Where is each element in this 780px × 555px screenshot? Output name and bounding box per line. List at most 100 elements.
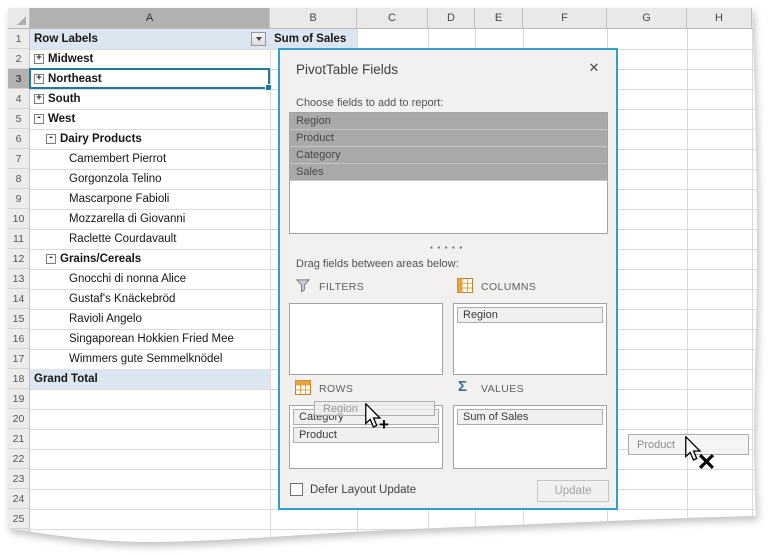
columns-table-icon	[457, 278, 473, 293]
pane-title: PivotTable Fields	[296, 62, 398, 77]
select-all-corner[interactable]	[8, 8, 30, 29]
values-area-label: VALUES	[481, 383, 524, 395]
field-item-product[interactable]: Product	[290, 130, 607, 147]
row-item-label: Camembert Pierrot	[69, 153, 166, 165]
column-header-B[interactable]: B	[270, 8, 357, 29]
row-header-25[interactable]: 25	[8, 509, 30, 529]
row-item-7[interactable]: Camembert Pierrot	[69, 149, 166, 169]
drag-fields-label: Drag fields between areas below:	[296, 258, 459, 270]
cell-A18[interactable]: Grand Total	[34, 369, 98, 389]
pane-splitter[interactable]: ·····	[280, 240, 616, 255]
row-header-21[interactable]: 21	[8, 429, 30, 449]
collapse-icon[interactable]: -	[34, 114, 44, 124]
values-drop-area[interactable]: Sum of Sales	[453, 405, 607, 469]
rows-area-label: ROWS	[319, 383, 353, 395]
row-header-5[interactable]: 5	[8, 109, 30, 129]
filters-funnel-icon	[295, 278, 311, 293]
filters-area-label: FILTERS	[319, 281, 364, 293]
cell-A1[interactable]: Row Labels	[34, 29, 98, 49]
row-item-2[interactable]: +Midwest	[34, 49, 93, 69]
row-item-12[interactable]: -Grains/Cereals	[46, 249, 141, 269]
row-header-18[interactable]: 18	[8, 369, 30, 389]
field-item-sales[interactable]: Sales	[290, 164, 607, 181]
values-sigma-icon: Σ	[458, 378, 474, 393]
column-header-C[interactable]: C	[357, 8, 428, 29]
values-item-sum-of-sales[interactable]: Sum of Sales	[457, 409, 603, 425]
row-item-14[interactable]: Gustaf's Knäckebröd	[69, 289, 175, 309]
field-item-region[interactable]: Region	[290, 113, 607, 130]
row-item-5[interactable]: -West	[34, 109, 75, 129]
row-header-6[interactable]: 6	[8, 129, 30, 149]
row-item-label: Gustaf's Knäckebröd	[69, 293, 175, 305]
row-item-label: Gnocchi di nonna Alice	[69, 273, 186, 285]
row-item-label: Singaporean Hokkien Fried Mee	[69, 333, 234, 345]
field-list: RegionProductCategorySales	[289, 112, 608, 234]
gridline-h	[30, 529, 758, 530]
row-header-23[interactable]: 23	[8, 469, 30, 489]
update-button[interactable]: Update	[537, 480, 609, 502]
sheet: ABCDEFGH 1234567891011121314151617181920…	[8, 8, 758, 548]
rows-table-icon	[295, 380, 311, 395]
row-item-label: Wimmers gute Semmelknödel	[69, 353, 222, 365]
select-all-triangle-icon	[17, 16, 26, 25]
column-header-G[interactable]: G	[607, 8, 687, 29]
filter-dropdown-icon	[256, 37, 262, 41]
cell-B1[interactable]: Sum of Sales	[274, 29, 346, 49]
choose-fields-label: Choose fields to add to report:	[296, 97, 443, 109]
drag-plus-icon: +	[379, 415, 389, 435]
row-item-label: Ravioli Angelo	[69, 313, 142, 325]
row-header-14[interactable]: 14	[8, 289, 30, 309]
row-header-20[interactable]: 20	[8, 409, 30, 429]
column-header-E[interactable]: E	[475, 8, 523, 29]
row-header-1[interactable]: 1	[8, 29, 30, 49]
row-item-label: Grains/Cereals	[60, 253, 141, 265]
row-header-8[interactable]: 8	[8, 169, 30, 189]
filters-drop-area[interactable]	[289, 303, 443, 375]
expand-icon[interactable]: +	[34, 54, 44, 64]
row-header-24[interactable]: 24	[8, 489, 30, 509]
field-item-category[interactable]: Category	[290, 147, 607, 164]
column-header-A[interactable]: A	[30, 8, 270, 29]
row-header-13[interactable]: 13	[8, 269, 30, 289]
row-item-13[interactable]: Gnocchi di nonna Alice	[69, 269, 186, 289]
column-header-F[interactable]: F	[523, 8, 607, 29]
row-header-19[interactable]: 19	[8, 389, 30, 409]
row-header-3[interactable]: 3	[8, 69, 30, 89]
row-item-9[interactable]: Mascarpone Fabioli	[69, 189, 169, 209]
collapse-icon[interactable]: -	[46, 134, 56, 144]
expand-icon[interactable]: +	[34, 94, 44, 104]
row-header-11[interactable]: 11	[8, 229, 30, 249]
row-header-15[interactable]: 15	[8, 309, 30, 329]
stage: { "colors": { "dialog_border": "#2FA0CB"…	[0, 0, 780, 555]
row-item-4[interactable]: +South	[34, 89, 81, 109]
row-item-label: Gorgonzola Telino	[69, 173, 162, 185]
row-header-2[interactable]: 2	[8, 49, 30, 69]
columns-area-label: COLUMNS	[481, 281, 536, 293]
column-header-H[interactable]: H	[687, 8, 752, 29]
column-header-D[interactable]: D	[428, 8, 475, 29]
columns-drop-area[interactable]: Region	[453, 303, 607, 375]
row-item-8[interactable]: Gorgonzola Telino	[69, 169, 162, 189]
row-item-6[interactable]: -Dairy Products	[46, 129, 142, 149]
row-header-4[interactable]: 4	[8, 89, 30, 109]
row-header-12[interactable]: 12	[8, 249, 30, 269]
collapse-icon[interactable]: -	[46, 254, 56, 264]
row-header-7[interactable]: 7	[8, 149, 30, 169]
row-item-16[interactable]: Singaporean Hokkien Fried Mee	[69, 329, 234, 349]
row-labels-filter-button[interactable]	[251, 32, 266, 46]
fill-handle[interactable]	[265, 84, 272, 91]
row-item-11[interactable]: Raclette Courdavault	[69, 229, 176, 249]
row-item-17[interactable]: Wimmers gute Semmelknödel	[69, 349, 222, 369]
row-item-10[interactable]: Mozzarella di Giovanni	[69, 209, 185, 229]
rows-item-product[interactable]: Product	[293, 427, 439, 443]
row-header-10[interactable]: 10	[8, 209, 30, 229]
row-item-label: Mozzarella di Giovanni	[69, 213, 185, 225]
defer-layout-checkbox[interactable]	[290, 483, 303, 496]
columns-item-region[interactable]: Region	[457, 307, 603, 323]
row-item-15[interactable]: Ravioli Angelo	[69, 309, 142, 329]
row-header-17[interactable]: 17	[8, 349, 30, 369]
close-icon[interactable]: ✕	[584, 58, 604, 78]
row-header-16[interactable]: 16	[8, 329, 30, 349]
row-header-9[interactable]: 9	[8, 189, 30, 209]
row-header-22[interactable]: 22	[8, 449, 30, 469]
